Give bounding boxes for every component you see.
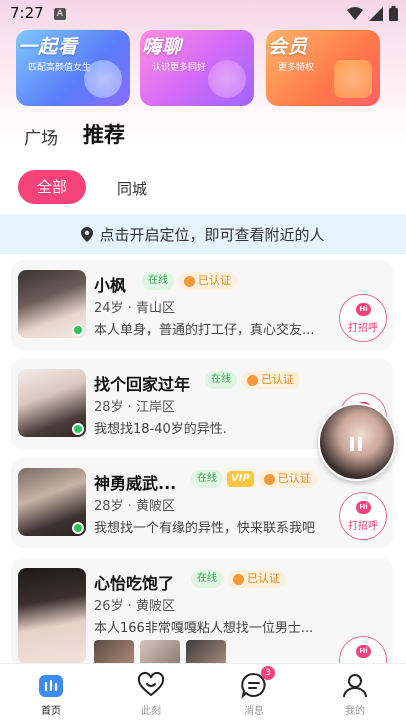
promo-subtitle: 匹配高颜值女生 bbox=[28, 63, 92, 73]
online-badge: 在线 bbox=[191, 470, 223, 488]
verified-badge: 已认证 bbox=[178, 272, 237, 290]
notification-icon: A bbox=[54, 8, 66, 20]
verified-badge: 已认证 bbox=[227, 570, 286, 588]
nav-messages-label: 消息 bbox=[244, 706, 264, 717]
verified-label: 已认证 bbox=[261, 373, 294, 386]
hi-icon: Hi bbox=[356, 303, 371, 316]
tab-plaza[interactable]: 广场 bbox=[24, 124, 58, 149]
nav-mine[interactable]: 我的 bbox=[325, 670, 385, 717]
user-badges: 在线 已认证 bbox=[191, 570, 286, 588]
nav-messages[interactable]: 3 消息 bbox=[224, 666, 284, 717]
promo-decoration bbox=[334, 60, 372, 98]
status-icons bbox=[347, 6, 398, 21]
online-dot bbox=[72, 423, 84, 435]
greet-label: 打招呼 bbox=[348, 323, 378, 334]
user-meta: 24岁 · 青山区 bbox=[94, 301, 175, 316]
user-name: 小枫 bbox=[94, 276, 127, 295]
nav-home-label: 首页 bbox=[41, 706, 61, 717]
verified-icon bbox=[184, 275, 195, 287]
location-text: 点击开启定位，即可查看附近的人 bbox=[99, 225, 325, 244]
filter-same-city-button[interactable]: 同城 bbox=[117, 178, 147, 199]
promo-subtitle: 认识更多同好 bbox=[152, 63, 207, 73]
verified-badge: 已认证 bbox=[257, 470, 317, 488]
user-bio: 本人单身，普通的打工仔，真心交友... bbox=[94, 323, 315, 338]
user-name: 找个回家过年 bbox=[94, 375, 191, 394]
promo-title: 一起看 bbox=[18, 36, 79, 58]
promo-row: 一起看 匹配高颜值女生 嗨聊 认识更多同好 会员 更多特权 bbox=[14, 30, 392, 108]
verified-icon bbox=[247, 374, 258, 386]
nav-mine-label: 我的 bbox=[345, 706, 365, 717]
status-bar: 7:27 A bbox=[0, 0, 406, 28]
user-meta: 26岁 · 黄陂区 bbox=[94, 599, 175, 614]
user-name: 心怡吃饱了 bbox=[94, 574, 175, 593]
heart-icon bbox=[136, 670, 166, 700]
greet-button[interactable]: Hi 打招呼 bbox=[339, 294, 387, 342]
verified-icon bbox=[263, 473, 275, 485]
greet-label: 打招呼 bbox=[348, 521, 378, 532]
avatar[interactable] bbox=[18, 568, 86, 664]
promo-title: 会员 bbox=[268, 36, 309, 58]
user-meta: 28岁 · 黄陂区 bbox=[94, 499, 175, 514]
pause-icon bbox=[350, 437, 364, 451]
online-badge: 在线 bbox=[205, 371, 237, 389]
promo-watch-together[interactable]: 一起看 匹配高颜值女生 bbox=[16, 30, 130, 106]
enable-location-bar[interactable]: 点击开启定位，即可查看附近的人 bbox=[0, 214, 406, 254]
greet-button[interactable]: Hi 打招呼 bbox=[339, 492, 387, 540]
unread-badge: 3 bbox=[261, 666, 275, 680]
status-time: 7:27 bbox=[10, 4, 44, 22]
promo-decoration bbox=[208, 60, 246, 98]
promo-decoration bbox=[84, 60, 122, 98]
promo-subtitle: 更多特权 bbox=[278, 63, 315, 73]
verified-label: 已认证 bbox=[198, 274, 231, 287]
nav-home[interactable]: 首页 bbox=[21, 670, 81, 717]
user-badges: 在线 VIP 已认证 bbox=[191, 470, 317, 488]
profile-icon bbox=[340, 670, 370, 700]
user-meta: 28岁 · 江岸区 bbox=[94, 400, 175, 415]
home-icon bbox=[36, 670, 66, 700]
user-bio: 我想找18-40岁的异性. bbox=[94, 422, 227, 437]
user-name: 神勇威武... bbox=[94, 474, 177, 493]
hi-icon: Hi bbox=[356, 645, 371, 658]
online-dot bbox=[72, 324, 84, 336]
chat-icon: 3 bbox=[239, 666, 275, 700]
promo-title: 嗨聊 bbox=[142, 36, 183, 58]
nav-moment-label: 此刻 bbox=[141, 706, 161, 717]
online-badge: 在线 bbox=[142, 272, 174, 290]
promo-hi-chat[interactable]: 嗨聊 认识更多同好 bbox=[140, 30, 254, 106]
hi-icon: Hi bbox=[356, 501, 371, 514]
user-bio: 本人166非常嘎嘎粘人想找一位男士... bbox=[94, 621, 314, 636]
online-dot bbox=[72, 522, 84, 534]
promo-membership[interactable]: 会员 更多特权 bbox=[266, 30, 380, 106]
verified-icon bbox=[233, 573, 244, 585]
user-badges: 在线 已认证 bbox=[142, 272, 237, 290]
user-card[interactable]: 心怡吃饱了 在线 已认证 26岁 · 黄陂区 本人166非常嘎嘎粘人想找一位男士… bbox=[11, 558, 393, 668]
bottom-nav: 首页 此刻 3 消息 我的 bbox=[0, 663, 406, 723]
vip-badge: VIP bbox=[227, 471, 254, 487]
verified-badge: 已认证 bbox=[241, 371, 300, 389]
user-bio: 我想找一个有缘的异性，快来联系我吧 bbox=[94, 521, 316, 536]
filter-all-button[interactable]: 全部 bbox=[18, 170, 86, 204]
wifi-icon bbox=[347, 6, 363, 20]
nav-moment[interactable]: 此刻 bbox=[121, 670, 181, 717]
location-pin-icon bbox=[81, 226, 94, 242]
battery-icon bbox=[389, 6, 398, 21]
user-badges: 在线 已认证 bbox=[205, 371, 300, 389]
signal-icon bbox=[369, 6, 383, 21]
verified-label: 已认证 bbox=[277, 472, 311, 485]
user-card[interactable]: 小枫 在线 已认证 24岁 · 青山区 本人单身，普通的打工仔，真心交友... … bbox=[11, 260, 393, 350]
online-badge: 在线 bbox=[191, 570, 223, 588]
floating-video-bubble[interactable] bbox=[318, 403, 396, 481]
tab-recommend[interactable]: 推荐 bbox=[83, 119, 125, 149]
verified-label: 已认证 bbox=[247, 572, 280, 585]
